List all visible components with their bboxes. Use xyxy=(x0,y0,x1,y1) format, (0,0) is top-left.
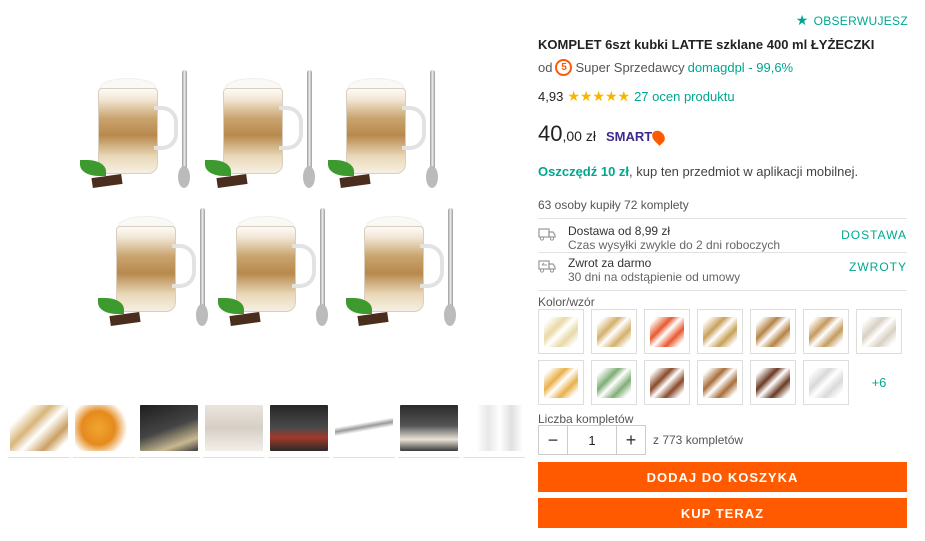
rating: 4,93 ★★★★★ 27 ocen produktu xyxy=(538,88,735,105)
seller-info: od 5 Super Sprzedawcy domagdpl - 99,6% xyxy=(538,59,793,76)
variant-thumbnail xyxy=(809,367,843,398)
variant-label: Kolor/wzór xyxy=(538,295,595,309)
divider xyxy=(538,290,907,291)
price-main: 40 xyxy=(538,121,563,146)
variant-swatch[interactable] xyxy=(591,309,637,354)
variant-thumbnail xyxy=(703,367,737,398)
variant-thumbnail xyxy=(597,316,631,347)
smart-pin-icon xyxy=(649,127,668,146)
returns-link[interactable]: ZWROTY xyxy=(849,256,907,290)
quantity-label: Liczba kompletów xyxy=(538,412,634,426)
seller-link[interactable]: domagdpl - 99,6% xyxy=(688,60,794,75)
save-amount: Oszczędź 10 zł xyxy=(538,164,630,179)
thumbnail[interactable] xyxy=(333,398,395,458)
rating-count-link[interactable]: 27 ocen produktu xyxy=(634,89,734,104)
thumbnail[interactable] xyxy=(398,398,460,458)
save-text: , kup ten przedmiot w aplikacji mobilnej… xyxy=(629,164,859,179)
latte-mug-image xyxy=(328,70,448,195)
returns-row: Zwrot za darmo 30 dni na odstąpienie od … xyxy=(538,256,907,290)
variant-swatch[interactable] xyxy=(856,309,902,354)
latte-mug-image xyxy=(218,208,338,333)
follow-button[interactable]: ★ OBSERWUJESZ xyxy=(796,12,908,29)
latte-mug-image xyxy=(80,70,200,195)
divider xyxy=(538,252,907,253)
shipping-line1: Dostawa od 8,99 zł xyxy=(568,224,671,238)
variant-thumbnail xyxy=(544,316,578,347)
latte-mug-image xyxy=(98,208,218,333)
follow-label: OBSERWUJESZ xyxy=(813,13,908,28)
price: 40,00 zł SMART xyxy=(538,121,668,147)
seller-type: Super Sprzedawcy xyxy=(575,60,685,75)
star-icon: ★ xyxy=(795,12,809,28)
variant-swatch[interactable] xyxy=(591,360,637,405)
variant-swatch[interactable] xyxy=(697,309,743,354)
thumbnail[interactable] xyxy=(8,398,70,458)
bought-count: 63 osoby kupiły 72 komplety xyxy=(538,198,689,212)
variant-thumbnail xyxy=(597,367,631,398)
thumbnail[interactable] xyxy=(203,398,265,458)
variant-thumbnail xyxy=(650,367,684,398)
buy-now-button[interactable]: KUP TERAZ xyxy=(538,498,907,528)
variant-thumbnail xyxy=(703,316,737,347)
variant-thumbnail xyxy=(756,316,790,347)
variant-swatch[interactable] xyxy=(803,309,849,354)
more-variants-link[interactable]: +6 xyxy=(856,360,902,405)
thumbnail-strip xyxy=(8,398,526,458)
variant-thumbnail xyxy=(756,367,790,398)
decrease-button[interactable]: − xyxy=(538,425,568,455)
return-truck-icon xyxy=(538,256,568,290)
mobile-discount-note: Oszczędź 10 zł, kup ten przedmiot w apli… xyxy=(538,164,858,179)
variant-swatch[interactable] xyxy=(644,360,690,405)
thumbnail[interactable] xyxy=(73,398,135,458)
add-to-cart-button[interactable]: DODAJ DO KOSZYKA xyxy=(538,462,907,492)
quantity-stepper: − 1 + z 773 kompletów xyxy=(538,425,743,455)
super-seller-badge-icon: 5 xyxy=(555,59,573,76)
smart-badge: SMART xyxy=(605,127,668,146)
variant-grid: +6 xyxy=(538,309,908,405)
returns-line1: Zwrot za darmo xyxy=(568,256,652,270)
variant-swatch[interactable] xyxy=(644,309,690,354)
seller-prefix: od xyxy=(538,60,553,75)
variant-swatch[interactable] xyxy=(538,360,584,405)
rating-value: 4,93 xyxy=(538,89,564,104)
latte-mug-image xyxy=(205,70,325,195)
thumbnail[interactable] xyxy=(268,398,330,458)
price-rest: ,00 zł xyxy=(562,128,596,144)
increase-button[interactable]: + xyxy=(616,425,646,455)
product-gallery xyxy=(0,0,528,541)
divider xyxy=(538,218,907,219)
thumbnail[interactable] xyxy=(138,398,200,458)
variant-swatch[interactable] xyxy=(750,360,796,405)
quantity-input[interactable]: 1 xyxy=(568,425,616,455)
variant-thumbnail xyxy=(809,316,843,347)
rating-stars-icon: ★★★★★ xyxy=(567,88,631,104)
variant-swatch[interactable] xyxy=(697,360,743,405)
variant-thumbnail xyxy=(650,316,684,347)
returns-line2: 30 dni na odstąpienie od umowy xyxy=(568,270,741,284)
smart-label: SMART xyxy=(605,129,653,144)
product-title: KOMPLET 6szt kubki LATTE szklane 400 ml … xyxy=(538,37,875,52)
shipping-line2: Czas wysyłki zwykle do 2 dni roboczych xyxy=(568,238,781,252)
variant-swatch[interactable] xyxy=(803,360,849,405)
stock-text: z 773 kompletów xyxy=(653,433,744,447)
latte-mug-image xyxy=(346,208,466,333)
variant-swatch[interactable] xyxy=(750,309,796,354)
thumbnail[interactable] xyxy=(463,398,525,458)
main-product-image[interactable] xyxy=(60,62,470,337)
variant-thumbnail xyxy=(862,316,896,347)
variant-swatch[interactable] xyxy=(538,309,584,354)
variant-thumbnail xyxy=(544,367,578,398)
